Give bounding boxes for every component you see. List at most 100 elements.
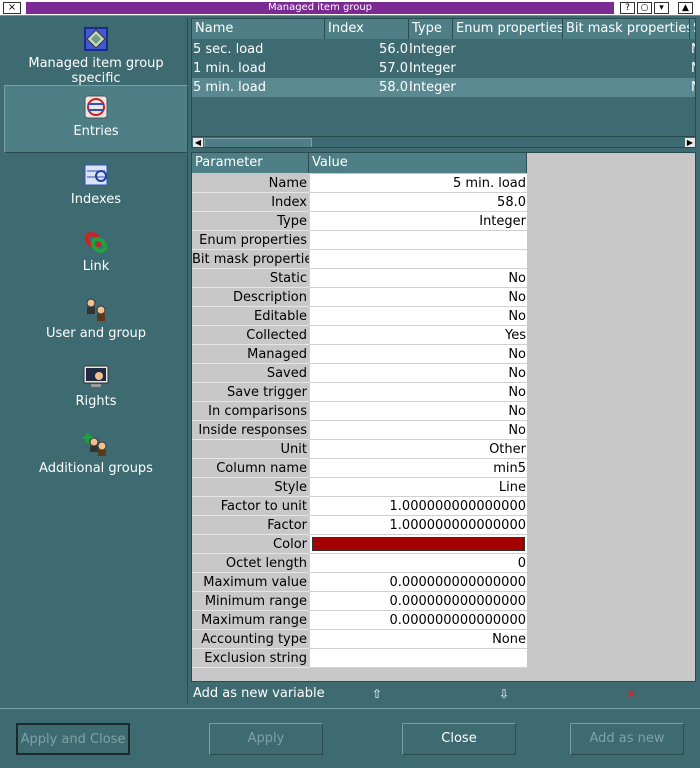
row-truncated: N <box>691 78 695 97</box>
parameter-label: Factor to unit <box>192 497 309 516</box>
parameter-row[interactable]: Color <box>192 535 527 554</box>
parameter-value[interactable]: 1.000000000000000 <box>309 497 527 516</box>
parameter-value[interactable]: 0.000000000000000 <box>309 573 527 592</box>
parameter-row[interactable]: Unit Other <box>192 440 527 459</box>
parameter-row[interactable]: Maximum range 0.000000000000000 <box>192 611 527 630</box>
parameter-label: Enum properties <box>192 231 309 250</box>
parameter-label: Editable <box>192 307 309 326</box>
apply-and-close-button[interactable]: Apply and Close <box>16 723 130 755</box>
column-header-name[interactable]: Name <box>192 19 325 39</box>
parameter-value[interactable] <box>309 649 527 668</box>
close-button[interactable]: Close <box>402 723 516 755</box>
parameter-row[interactable]: Octet length 0 <box>192 554 527 573</box>
parameter-row[interactable]: Save trigger No <box>192 383 527 402</box>
parameter-value[interactable]: None <box>309 630 527 649</box>
sidebar-item-link[interactable]: Link <box>4 221 188 287</box>
scroll-left-icon[interactable]: ◀ <box>193 138 203 147</box>
parameter-row[interactable]: Accounting type None <box>192 630 527 649</box>
add-as-new-button[interactable]: Add as new <box>570 723 684 755</box>
parameter-row[interactable]: Collected Yes <box>192 326 527 345</box>
sidebar-item-managed-item-group-specific[interactable]: Managed item group specific <box>4 18 188 86</box>
sidebar-item-entries[interactable]: Entries <box>4 85 188 153</box>
parameter-label: Bit mask properties <box>192 250 309 269</box>
parameter-row[interactable]: Managed No <box>192 345 527 364</box>
parameter-row[interactable]: Style Line <box>192 478 527 497</box>
parameter-row[interactable]: Maximum value 0.000000000000000 <box>192 573 527 592</box>
parameter-value[interactable]: min5 <box>309 459 527 478</box>
parameter-value[interactable]: Integer <box>309 212 527 231</box>
parameter-label: Maximum value <box>192 573 309 592</box>
parameter-label: Inside responses <box>192 421 309 440</box>
move-up-icon[interactable]: ⇧ <box>369 686 385 702</box>
parameter-row[interactable]: Inside responses No <box>192 421 527 440</box>
sidebar-item-rights[interactable]: Rights <box>4 356 188 422</box>
parameter-value[interactable]: Other <box>309 440 527 459</box>
parameter-label: In comparisons <box>192 402 309 421</box>
column-header-bit-mask-properties[interactable]: Bit mask properties <box>563 19 690 39</box>
parameter-row[interactable]: Editable No <box>192 307 527 326</box>
parameter-row[interactable]: Exclusion string <box>192 649 527 668</box>
table-row[interactable]: 1 min. load 57.0 Integer N <box>192 59 695 78</box>
add-new-variable-button[interactable]: Add as new variable <box>193 684 325 704</box>
parameter-table: Parameter Value Name 5 min. load Index 58.0… <box>191 152 696 682</box>
help-button[interactable]: ? <box>620 2 635 14</box>
column-header-value[interactable]: Value <box>309 153 527 173</box>
parameter-table-header: Parameter Value <box>192 153 527 173</box>
column-header-enum-properties[interactable]: Enum properties <box>453 19 563 39</box>
parameter-row[interactable]: Minimum range 0.000000000000000 <box>192 592 527 611</box>
parameter-row[interactable]: Factor 1.000000000000000 <box>192 516 527 535</box>
table-row-selected[interactable]: 5 min. load 58.0 Integer N <box>192 78 695 97</box>
parameter-value[interactable]: 1.000000000000000 <box>309 516 527 535</box>
sidebar-item-user-and-group[interactable]: User and group <box>4 288 188 354</box>
parameter-value[interactable] <box>309 231 527 250</box>
sidebar-item-indexes[interactable]: Indexes <box>4 154 188 220</box>
shade-button[interactable]: ▾ <box>654 2 669 14</box>
column-header-more[interactable]: S <box>690 19 695 39</box>
parameter-row[interactable]: Factor to unit 1.000000000000000 <box>192 497 527 516</box>
parameter-value[interactable]: 5 min. load <box>309 174 527 193</box>
scrollbar-thumb[interactable] <box>204 138 312 147</box>
horizontal-scrollbar[interactable]: ◀ ▶ <box>192 136 695 147</box>
parameter-value[interactable]: 58.0 <box>309 193 527 212</box>
parameter-row[interactable]: Description No <box>192 288 527 307</box>
row-index: 56.0 <box>379 42 408 57</box>
apply-button[interactable]: Apply <box>209 723 323 755</box>
parameter-value[interactable]: 0.000000000000000 <box>309 611 527 630</box>
parameter-row[interactable]: Enum properties <box>192 231 527 250</box>
column-header-type[interactable]: Type <box>409 19 453 39</box>
parameter-row[interactable]: Static No <box>192 269 527 288</box>
column-header-parameter[interactable]: Parameter <box>192 153 309 173</box>
parameter-row[interactable]: Column name min5 <box>192 459 527 478</box>
row-enum <box>470 59 578 78</box>
parameter-label: Save trigger <box>192 383 309 402</box>
column-header-index[interactable]: Index <box>325 19 409 39</box>
parameter-value[interactable]: Line <box>309 478 527 497</box>
parameter-value[interactable]: 0.000000000000000 <box>309 592 527 611</box>
table-row[interactable]: 5 sec. load 56.0 Integer N <box>192 40 695 59</box>
parameter-value[interactable]: No <box>309 383 527 402</box>
minimize-button[interactable]: ○ <box>637 2 652 14</box>
parameter-value[interactable]: No <box>309 345 527 364</box>
maximize-button[interactable]: ▲ <box>678 2 693 14</box>
move-down-icon[interactable]: ⇩ <box>496 686 512 702</box>
parameter-row[interactable]: Saved No <box>192 364 527 383</box>
scroll-right-icon[interactable]: ▶ <box>685 138 695 147</box>
parameter-value[interactable]: No <box>309 269 527 288</box>
delete-icon[interactable]: ✕ <box>623 686 639 702</box>
parameter-row[interactable]: Type Integer <box>192 212 527 231</box>
parameter-row[interactable]: In comparisons No <box>192 402 527 421</box>
parameter-value[interactable]: No <box>309 421 527 440</box>
parameter-value[interactable]: No <box>309 288 527 307</box>
parameter-value[interactable]: No <box>309 402 527 421</box>
parameter-row[interactable]: Name 5 min. load <box>192 174 527 193</box>
parameter-value[interactable]: Yes <box>309 326 527 345</box>
color-swatch[interactable] <box>309 535 527 554</box>
parameter-row[interactable]: Bit mask properties <box>192 250 527 269</box>
parameter-row[interactable]: Index 58.0 <box>192 193 527 212</box>
parameter-value[interactable] <box>309 250 527 269</box>
parameter-value[interactable]: No <box>309 307 527 326</box>
window-close-button[interactable]: × <box>3 2 21 14</box>
parameter-value[interactable]: No <box>309 364 527 383</box>
sidebar-item-additional-groups[interactable]: Additional groups <box>4 423 188 489</box>
parameter-value[interactable]: 0 <box>309 554 527 573</box>
